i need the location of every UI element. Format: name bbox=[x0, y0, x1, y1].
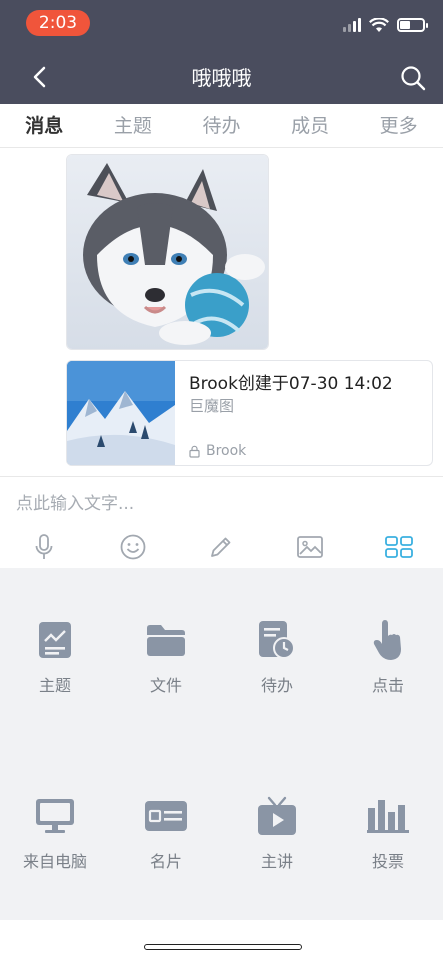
panel-label-file: 文件 bbox=[149, 676, 182, 695]
monitor-icon bbox=[36, 799, 74, 833]
image-message[interactable] bbox=[66, 154, 269, 350]
panel-label-topic: 主题 bbox=[38, 676, 71, 695]
vote-icon bbox=[367, 800, 409, 833]
page-title: 哦哦哦 bbox=[191, 66, 252, 90]
pencil-icon bbox=[211, 537, 231, 557]
battery-icon bbox=[397, 18, 428, 32]
todo-icon bbox=[259, 621, 295, 659]
card-icon bbox=[145, 801, 187, 831]
husky-puppy-image bbox=[67, 155, 268, 349]
tab-more[interactable]: 更多 bbox=[354, 104, 443, 147]
tab-bar: 消息 主题 待办 成员 更多 bbox=[0, 104, 443, 148]
message-input[interactable]: 点此输入文字... bbox=[16, 489, 134, 514]
home-bar bbox=[0, 920, 443, 960]
tv-icon bbox=[258, 796, 296, 835]
tab-members[interactable]: 成员 bbox=[266, 104, 355, 147]
tab-topics[interactable]: 主题 bbox=[89, 104, 178, 147]
panel-item-business-card[interactable]: 名片 bbox=[111, 794, 221, 872]
panel-item-from-computer[interactable]: 来自电脑 bbox=[0, 794, 110, 872]
card-title: Brook创建于07-30 14:02 bbox=[189, 374, 393, 394]
panel-label-tap: 点击 bbox=[371, 676, 404, 695]
panel-item-presenter[interactable]: 主讲 bbox=[222, 794, 332, 872]
voice-button[interactable] bbox=[22, 529, 66, 565]
image-icon bbox=[297, 536, 323, 558]
emoji-icon bbox=[120, 534, 146, 560]
wifi-icon bbox=[369, 17, 389, 32]
panel-label-business-card: 名片 bbox=[149, 852, 182, 871]
grid-icon bbox=[384, 536, 413, 558]
status-time: 2:03 bbox=[26, 10, 90, 36]
image-button[interactable] bbox=[288, 529, 332, 565]
lock-icon bbox=[189, 445, 200, 458]
microphone-icon bbox=[35, 534, 53, 559]
extension-panel: 主题 文件 待办 点击 来自电脑 名片 主讲 投票 bbox=[0, 568, 443, 920]
card-subtitle: 巨魔图 bbox=[189, 397, 235, 415]
panel-item-file[interactable]: 文件 bbox=[111, 618, 221, 696]
panel-item-todo[interactable]: 待办 bbox=[222, 618, 332, 696]
search-icon bbox=[401, 66, 426, 91]
tab-messages[interactable]: 消息 bbox=[0, 104, 89, 147]
topic-icon bbox=[39, 622, 71, 658]
panel-label-from-computer: 来自电脑 bbox=[22, 852, 87, 871]
panel-item-vote[interactable]: 投票 bbox=[333, 794, 443, 872]
panel-label-vote: 投票 bbox=[371, 852, 404, 871]
search-button[interactable] bbox=[397, 62, 429, 94]
panel-item-tap[interactable]: 点击 bbox=[333, 618, 443, 696]
message-list: Brook创建于07-30 14:02 巨魔图 Brook bbox=[0, 148, 443, 476]
more-tools-button[interactable] bbox=[377, 529, 421, 565]
card-author: Brook bbox=[189, 443, 246, 459]
tap-icon bbox=[373, 620, 401, 660]
signal-icon bbox=[343, 18, 361, 32]
panel-label-todo: 待办 bbox=[260, 676, 293, 695]
composer-toolbar bbox=[0, 529, 443, 565]
tab-todo[interactable]: 待办 bbox=[177, 104, 266, 147]
home-indicator[interactable] bbox=[144, 944, 302, 950]
emoji-button[interactable] bbox=[111, 529, 155, 565]
topic-card-message[interactable]: Brook创建于07-30 14:02 巨魔图 Brook bbox=[66, 360, 433, 466]
panel-item-topic[interactable]: 主题 bbox=[0, 618, 110, 696]
composer: 点此输入文字... bbox=[0, 476, 443, 568]
panel-label-presenter: 主讲 bbox=[260, 852, 293, 871]
app-header: 2:03 哦哦哦 bbox=[0, 0, 443, 104]
card-author-name: Brook bbox=[206, 443, 247, 459]
snow-mountain-thumbnail bbox=[67, 361, 175, 465]
folder-icon bbox=[147, 625, 185, 656]
pencil-button[interactable] bbox=[199, 529, 243, 565]
status-icons bbox=[343, 16, 428, 34]
